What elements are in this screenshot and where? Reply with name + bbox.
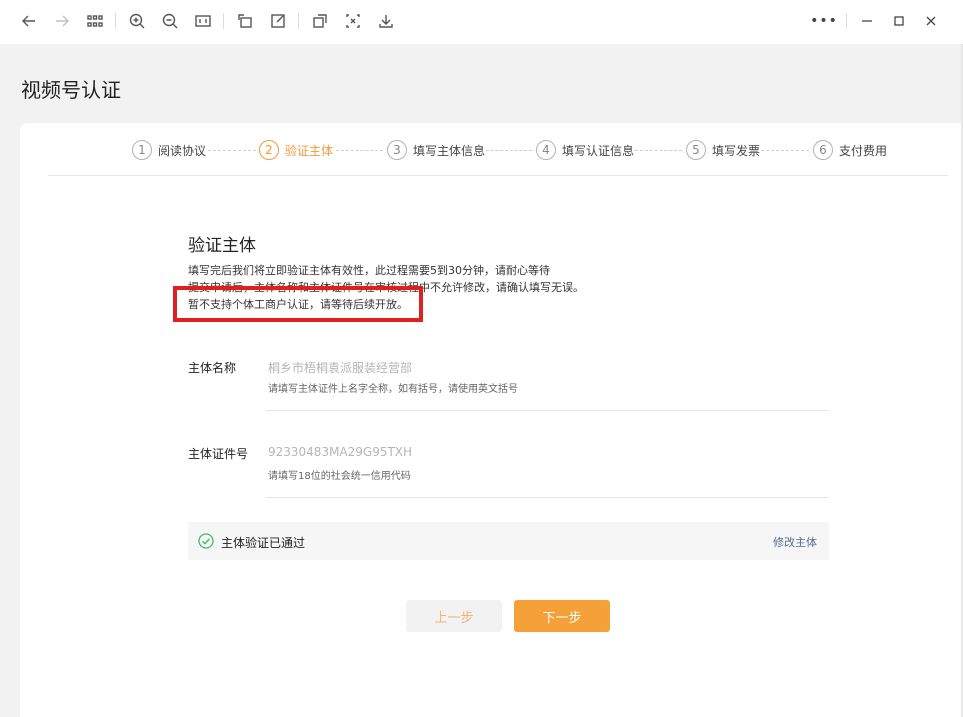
step-label: 填写认证信息 <box>562 143 635 158</box>
grid-icon[interactable] <box>84 10 106 32</box>
previous-step-button[interactable]: 上一步 <box>406 600 502 632</box>
entity-id-label: 主体证件号 <box>188 447 249 461</box>
step-4: 4 填写认证信息 <box>536 139 634 161</box>
minimize-button[interactable] <box>856 10 878 32</box>
step-number: 3 <box>387 140 407 160</box>
check-circle-icon <box>198 533 214 549</box>
step-5: 5 填写发票 <box>686 139 760 161</box>
export-icon[interactable] <box>309 10 331 32</box>
step-number: 6 <box>813 140 833 160</box>
entity-id-underline <box>266 497 828 498</box>
step-label: 填写主体信息 <box>413 143 486 158</box>
step-2: 2 验证主体 <box>259 139 333 161</box>
close-button[interactable] <box>920 10 942 32</box>
edit-icon[interactable] <box>267 10 289 32</box>
step-6: 6 支付费用 <box>813 139 887 161</box>
description-line-1: 填写完后我们将立即验证主体有效性，此过程需要5到30分钟，请耐心等待 <box>188 264 550 277</box>
step-3: 3 填写主体信息 <box>387 139 485 161</box>
forward-arrow-icon[interactable] <box>51 10 73 32</box>
step-label: 支付费用 <box>839 143 888 158</box>
step-number: 5 <box>686 140 706 160</box>
entity-name-label: 主体名称 <box>188 361 237 375</box>
more-icon[interactable]: ••• <box>810 10 837 32</box>
step-number: 4 <box>536 140 556 160</box>
steps-divider <box>48 175 948 176</box>
step-connector <box>336 150 383 151</box>
step-label: 验证主体 <box>285 143 334 158</box>
section-title: 验证主体 <box>188 236 256 256</box>
step-connector <box>761 150 809 151</box>
zoom-out-icon[interactable] <box>159 10 181 32</box>
step-number: 1 <box>132 140 152 160</box>
modify-entity-link[interactable]: 修改主体 <box>773 534 817 550</box>
download-icon[interactable] <box>375 10 397 32</box>
step-connector <box>208 150 256 151</box>
verification-status-text: 主体验证已通过 <box>221 536 306 550</box>
step-label: 阅读协议 <box>158 143 207 158</box>
entity-name-hint: 请填写主体证件上名字全称，如有括号，请使用英文括号 <box>268 384 518 395</box>
entity-name-input[interactable]: 桐乡市梧桐袁派服装经营部 <box>268 359 412 376</box>
step-connector <box>635 150 682 151</box>
step-1: 1 阅读协议 <box>132 139 206 161</box>
step-number: 2 <box>259 140 279 160</box>
back-arrow-icon[interactable] <box>18 10 40 32</box>
zoom-in-icon[interactable] <box>126 10 148 32</box>
fit-page-icon[interactable] <box>192 10 214 32</box>
maximize-button[interactable] <box>888 10 910 32</box>
step-connector <box>486 150 532 151</box>
entity-name-underline <box>266 410 828 411</box>
entity-id-hint: 请填写18位的社会统一信用代码 <box>268 471 411 482</box>
next-step-button[interactable]: 下一步 <box>514 600 610 632</box>
rotate-icon[interactable] <box>234 10 256 32</box>
verification-status-bar: 主体验证已通过 修改主体 <box>188 522 829 560</box>
toolbar: ••• <box>0 0 963 44</box>
highlight-annotation-box <box>173 286 423 322</box>
step-label: 填写发票 <box>712 143 761 158</box>
page-title: 视频号认证 <box>21 78 121 102</box>
select-icon[interactable] <box>342 10 364 32</box>
entity-id-input[interactable]: 92330483MA29G95TXH <box>268 445 412 459</box>
